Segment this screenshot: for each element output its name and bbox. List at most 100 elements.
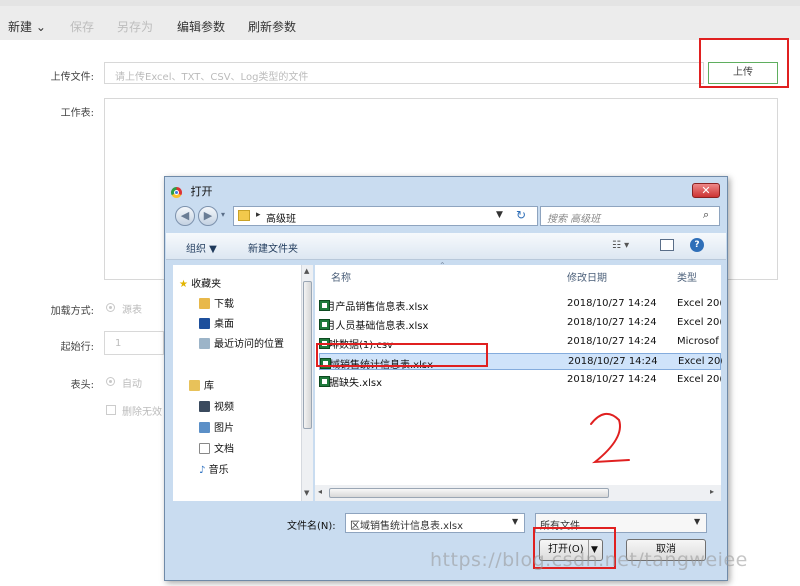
- header-radio[interactable]: [106, 377, 115, 386]
- refresh-params-button[interactable]: 刷新参数: [248, 18, 296, 35]
- history-dropdown-icon[interactable]: ▾: [221, 210, 225, 219]
- open-file-dialog: 打开 ✕ ◀ ▶ ▾ ▸ 高级班 ▼ ↻ 搜索 高级班 ⌕ 组织 ▼ 新建文件夹…: [164, 176, 728, 581]
- nav-downloads-label: 下载: [214, 299, 234, 310]
- new-button[interactable]: 新建 ⌄: [8, 18, 46, 35]
- filename-dropdown-icon[interactable]: ▼: [512, 517, 518, 526]
- file-type: Excel 20(: [677, 374, 721, 385]
- spreadsheet-icon: [319, 319, 330, 330]
- column-type[interactable]: 类型: [677, 269, 697, 284]
- dialog-title: 打开: [171, 183, 213, 199]
- search-icon[interactable]: ⌕: [703, 208, 709, 222]
- delete-checkbox[interactable]: [106, 405, 116, 415]
- star-icon: ★: [179, 279, 188, 290]
- command-bar: 组织 ▼ 新建文件夹 ☷ ▾ ?: [166, 233, 726, 260]
- file-modified: 2018/10/27 14:24: [567, 298, 657, 309]
- file-type-dropdown-icon[interactable]: ▼: [694, 517, 700, 526]
- nav-favorites[interactable]: ★ 收藏夹: [179, 275, 221, 290]
- nav-videos[interactable]: 视频: [199, 398, 234, 413]
- breadcrumb-arrow-icon: ▸: [256, 210, 261, 220]
- scroll-right-icon[interactable]: ▸: [710, 487, 714, 496]
- organize-button[interactable]: 组织 ▼: [186, 240, 217, 255]
- nav-music[interactable]: ♪ 音乐: [199, 461, 229, 476]
- column-name[interactable]: 名称: [331, 269, 351, 284]
- nav-videos-label: 视频: [214, 402, 234, 413]
- nav-pictures-label: 图片: [214, 423, 234, 434]
- nav-desktop-label: 桌面: [214, 319, 234, 330]
- highlight-box-file: [316, 343, 488, 367]
- search-box[interactable]: 搜索 高级班 ⌕: [540, 206, 720, 226]
- watermark: https://blog.csdn.net/tangweiee: [430, 549, 748, 571]
- nav-documents-label: 文档: [214, 444, 234, 455]
- column-modified[interactable]: 修改日期: [567, 269, 607, 284]
- header-label: 表头:: [70, 380, 94, 391]
- list-hscrollbar[interactable]: ◂ ▸: [315, 485, 721, 501]
- dialog-close-button[interactable]: ✕: [692, 183, 720, 198]
- back-button[interactable]: ◀: [175, 206, 195, 226]
- search-placeholder: 搜索 高级班: [547, 214, 601, 225]
- nav-scrollbar[interactable]: ▲ ▼: [301, 265, 313, 501]
- edit-params-button[interactable]: 编辑参数: [177, 18, 225, 35]
- downloads-folder-icon: [199, 298, 210, 309]
- file-name: 数据缺失.xlsx: [319, 374, 382, 389]
- start-row-value: 1: [115, 338, 122, 349]
- address-dropdown-icon[interactable]: ▼: [496, 210, 503, 220]
- upload-input[interactable]: 请上传Excel、TXT、CSV、Log类型的文件: [104, 62, 704, 84]
- preview-pane-icon[interactable]: [660, 239, 674, 251]
- nav-scroll-thumb[interactable]: [303, 281, 312, 429]
- file-modified: 2018/10/27 14:24: [567, 317, 657, 328]
- nav-libraries[interactable]: 库: [189, 377, 214, 392]
- start-row-label: 起始行:: [60, 342, 94, 353]
- sheet-label: 工作表:: [60, 108, 94, 119]
- nav-recent-label: 最近访问的位置: [214, 339, 284, 350]
- help-icon[interactable]: ?: [690, 238, 704, 252]
- forward-button[interactable]: ▶: [198, 206, 218, 226]
- nav-libraries-label: 库: [204, 381, 214, 392]
- top-toolbar: 新建 ⌄ 保存 另存为 编辑参数 刷新参数: [0, 0, 800, 40]
- address-bar[interactable]: ▸ 高级班 ▼ ↻: [233, 206, 538, 226]
- start-row-input[interactable]: 1: [104, 331, 164, 355]
- library-icon: [189, 380, 200, 391]
- file-modified: 2018/10/27 14:24: [567, 336, 657, 347]
- nav-downloads[interactable]: 下载: [199, 295, 234, 310]
- nav-desktop[interactable]: 桌面: [199, 315, 234, 330]
- save-button[interactable]: 保存: [70, 18, 94, 35]
- delete-option: 删除无效: [122, 407, 162, 418]
- file-modified: 2018/10/27 14:24: [568, 356, 658, 367]
- refresh-icon[interactable]: ↻: [516, 208, 526, 222]
- file-type: Excel 20(: [677, 298, 721, 309]
- scroll-left-icon[interactable]: ◂: [318, 487, 322, 496]
- desktop-icon: [199, 318, 210, 329]
- navigation-pane: ★ 收藏夹 下载 桌面 最近访问的位置 库 视频 图片 文档 ♪ 音乐: [173, 265, 301, 501]
- file-type: Microsof: [677, 336, 719, 347]
- video-icon: [199, 401, 210, 412]
- file-name: 4月产品销售信息表.xlsx: [319, 298, 428, 313]
- upload-label: 上传文件:: [50, 72, 94, 83]
- load-mode-label: 加载方式:: [50, 306, 94, 317]
- list-hscroll-thumb[interactable]: [329, 488, 609, 498]
- file-row[interactable]: 4月人员基础信息表.xlsx 2018/10/27 14:24 Excel 20(: [319, 315, 721, 332]
- annotation-mark-2-text: 2: [585, 408, 586, 409]
- recent-places-icon: [199, 338, 210, 349]
- scroll-down-icon[interactable]: ▼: [304, 489, 309, 497]
- file-name: 4月人员基础信息表.xlsx: [319, 317, 428, 332]
- file-row[interactable]: 数据缺失.xlsx 2018/10/27 14:24 Excel 20(: [319, 372, 721, 389]
- view-options-icon[interactable]: ☷ ▾: [612, 240, 629, 251]
- file-row[interactable]: 4月产品销售信息表.xlsx 2018/10/27 14:24 Excel 20(: [319, 296, 721, 313]
- annotation-mark-1-text: 1: [734, 96, 735, 97]
- breadcrumb-current[interactable]: 高级班: [266, 210, 296, 225]
- load-mode-radio[interactable]: [106, 303, 115, 312]
- file-name-text: 4月人员基础信息表.xlsx: [319, 321, 429, 332]
- forward-arrow-icon: ▶: [203, 209, 213, 222]
- filename-input[interactable]: 区域销售统计信息表.xlsx ▼: [345, 513, 525, 533]
- nav-favorites-label: 收藏夹: [191, 279, 222, 290]
- filename-label: 文件名(N):: [287, 521, 336, 532]
- new-folder-button[interactable]: 新建文件夹: [248, 240, 298, 255]
- spreadsheet-icon: [319, 300, 330, 311]
- nav-pictures[interactable]: 图片: [199, 419, 234, 434]
- save-as-button[interactable]: 另存为: [117, 18, 153, 35]
- nav-recent[interactable]: 最近访问的位置: [199, 335, 284, 350]
- filename-value: 区域销售统计信息表.xlsx: [350, 521, 464, 532]
- back-arrow-icon: ◀: [180, 209, 190, 222]
- nav-documents[interactable]: 文档: [199, 440, 234, 455]
- scroll-up-icon[interactable]: ▲: [304, 267, 309, 275]
